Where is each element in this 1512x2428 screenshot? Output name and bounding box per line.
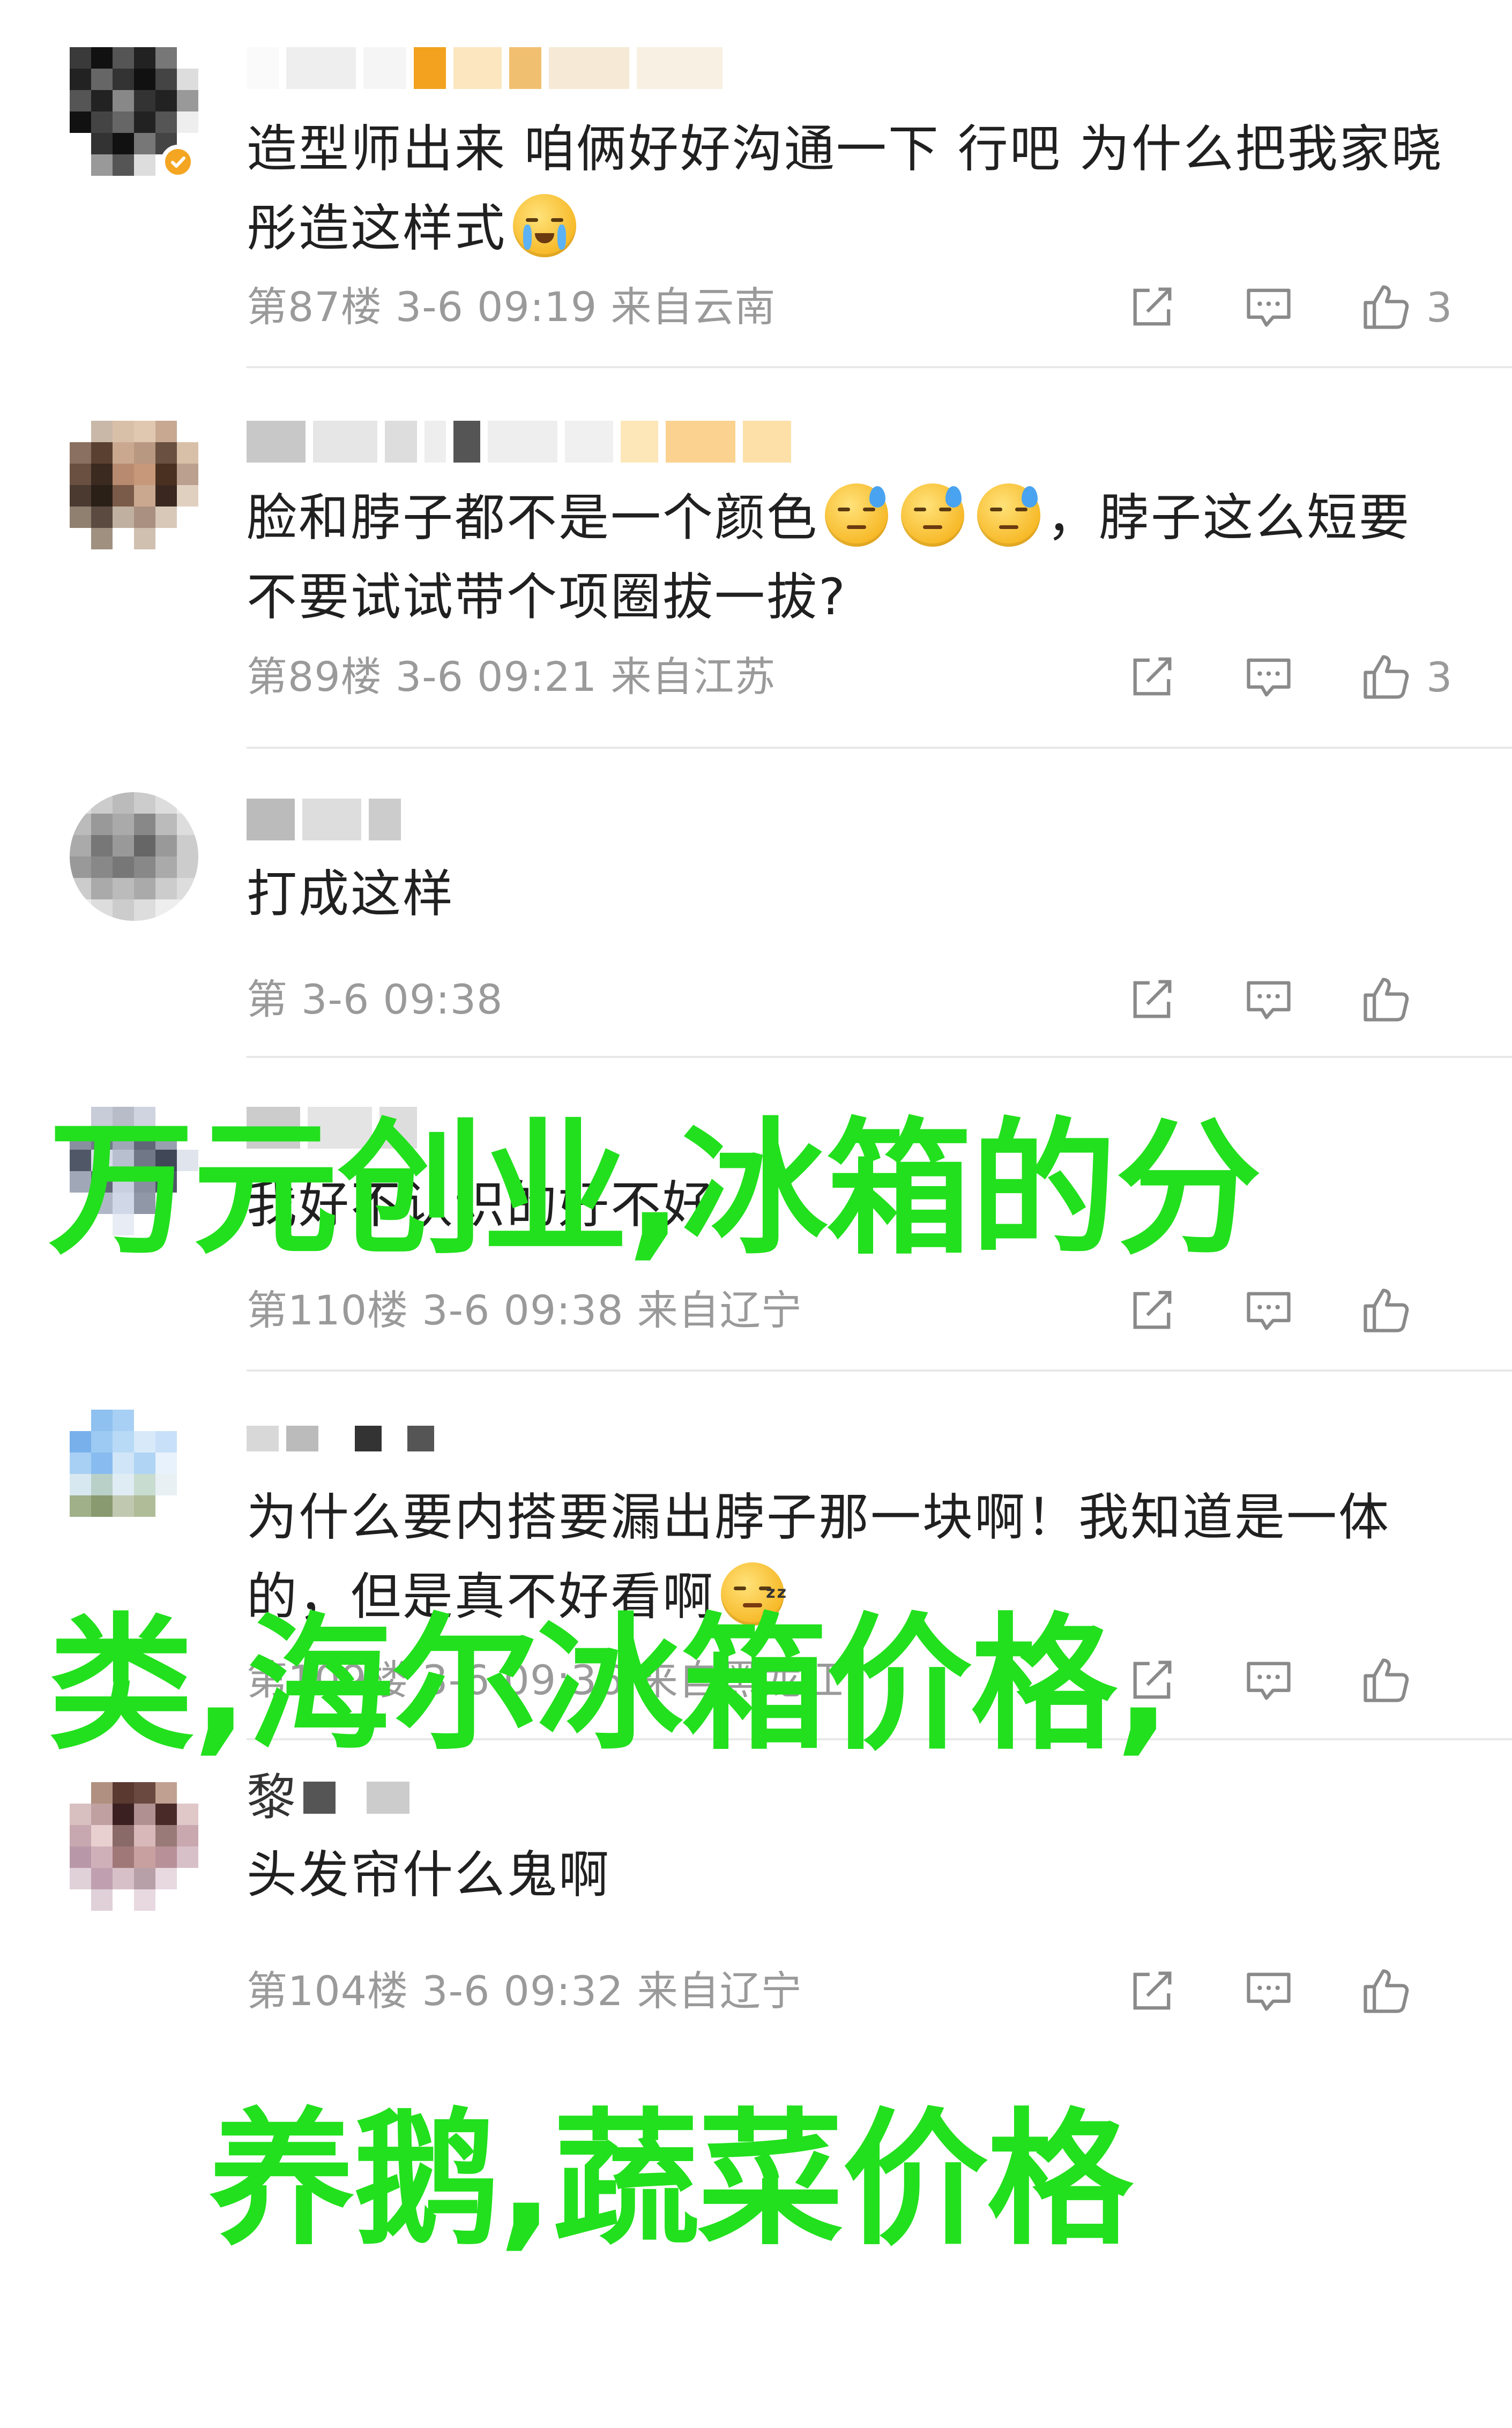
comment-icon bbox=[1247, 288, 1291, 327]
sweat-face-icon bbox=[825, 483, 889, 547]
username-redacted[interactable] bbox=[247, 47, 723, 89]
thumbs-up-icon bbox=[1364, 655, 1409, 699]
share-icon bbox=[1133, 287, 1172, 326]
share-icon bbox=[1133, 657, 1172, 696]
sweat-face-icon bbox=[901, 483, 965, 547]
comment-actions: 3 bbox=[1062, 650, 1453, 704]
share-button[interactable] bbox=[1125, 280, 1179, 334]
location: 来自江苏 bbox=[610, 653, 776, 701]
comment-meta: 第87楼 3-6 09:19 来自云南 bbox=[247, 283, 776, 331]
like-count: 3 bbox=[1426, 653, 1453, 701]
comment-icon bbox=[1247, 658, 1291, 697]
avatar[interactable] bbox=[70, 421, 198, 549]
verified-badge-icon bbox=[161, 145, 195, 179]
like-count: 3 bbox=[1426, 283, 1453, 331]
overlay-line-1: 万元创业,冰箱的分 bbox=[48, 1105, 1261, 1275]
comment-text: 造型师出来 咱俩好好沟通一下 行吧 为什么把我家晓彤造这样式 bbox=[247, 120, 1443, 258]
floor-number: 第89楼 bbox=[247, 653, 382, 701]
location: 来自云南 bbox=[610, 283, 776, 331]
overlay-line-3: 养鹅,蔬菜价格 bbox=[209, 2096, 1133, 2265]
overlay-line-2: 类,海尔冰箱价格, bbox=[48, 1600, 1171, 1770]
floor-number: 第87楼 bbox=[247, 283, 382, 331]
share-button[interactable] bbox=[1125, 650, 1179, 704]
like-button[interactable]: 3 bbox=[1359, 650, 1453, 704]
comment-actions: 3 bbox=[1062, 280, 1453, 334]
reply-button[interactable] bbox=[1242, 280, 1295, 334]
crying-face-icon bbox=[513, 194, 577, 257]
sweat-face-icon bbox=[977, 483, 1041, 547]
username-redacted[interactable] bbox=[247, 421, 791, 463]
reply-button[interactable] bbox=[1242, 650, 1295, 704]
comment-text: 脸和脖子都不是一个颜色 ，脖子这么短要不要试试带个项圈拔一拔? bbox=[247, 479, 1458, 637]
post-time: 3-6 09:21 bbox=[395, 653, 598, 701]
divider bbox=[247, 747, 1512, 749]
overlay-title: 万元创业,冰箱的分 类,海尔冰箱价格, 养鹅,蔬菜价格 bbox=[48, 777, 1485, 2428]
thumbs-up-icon bbox=[1364, 285, 1409, 329]
comment-meta: 第89楼 3-6 09:21 来自江苏 bbox=[247, 653, 776, 701]
post-time: 3-6 09:19 bbox=[395, 283, 598, 331]
like-button[interactable]: 3 bbox=[1359, 280, 1453, 334]
divider bbox=[247, 366, 1512, 368]
